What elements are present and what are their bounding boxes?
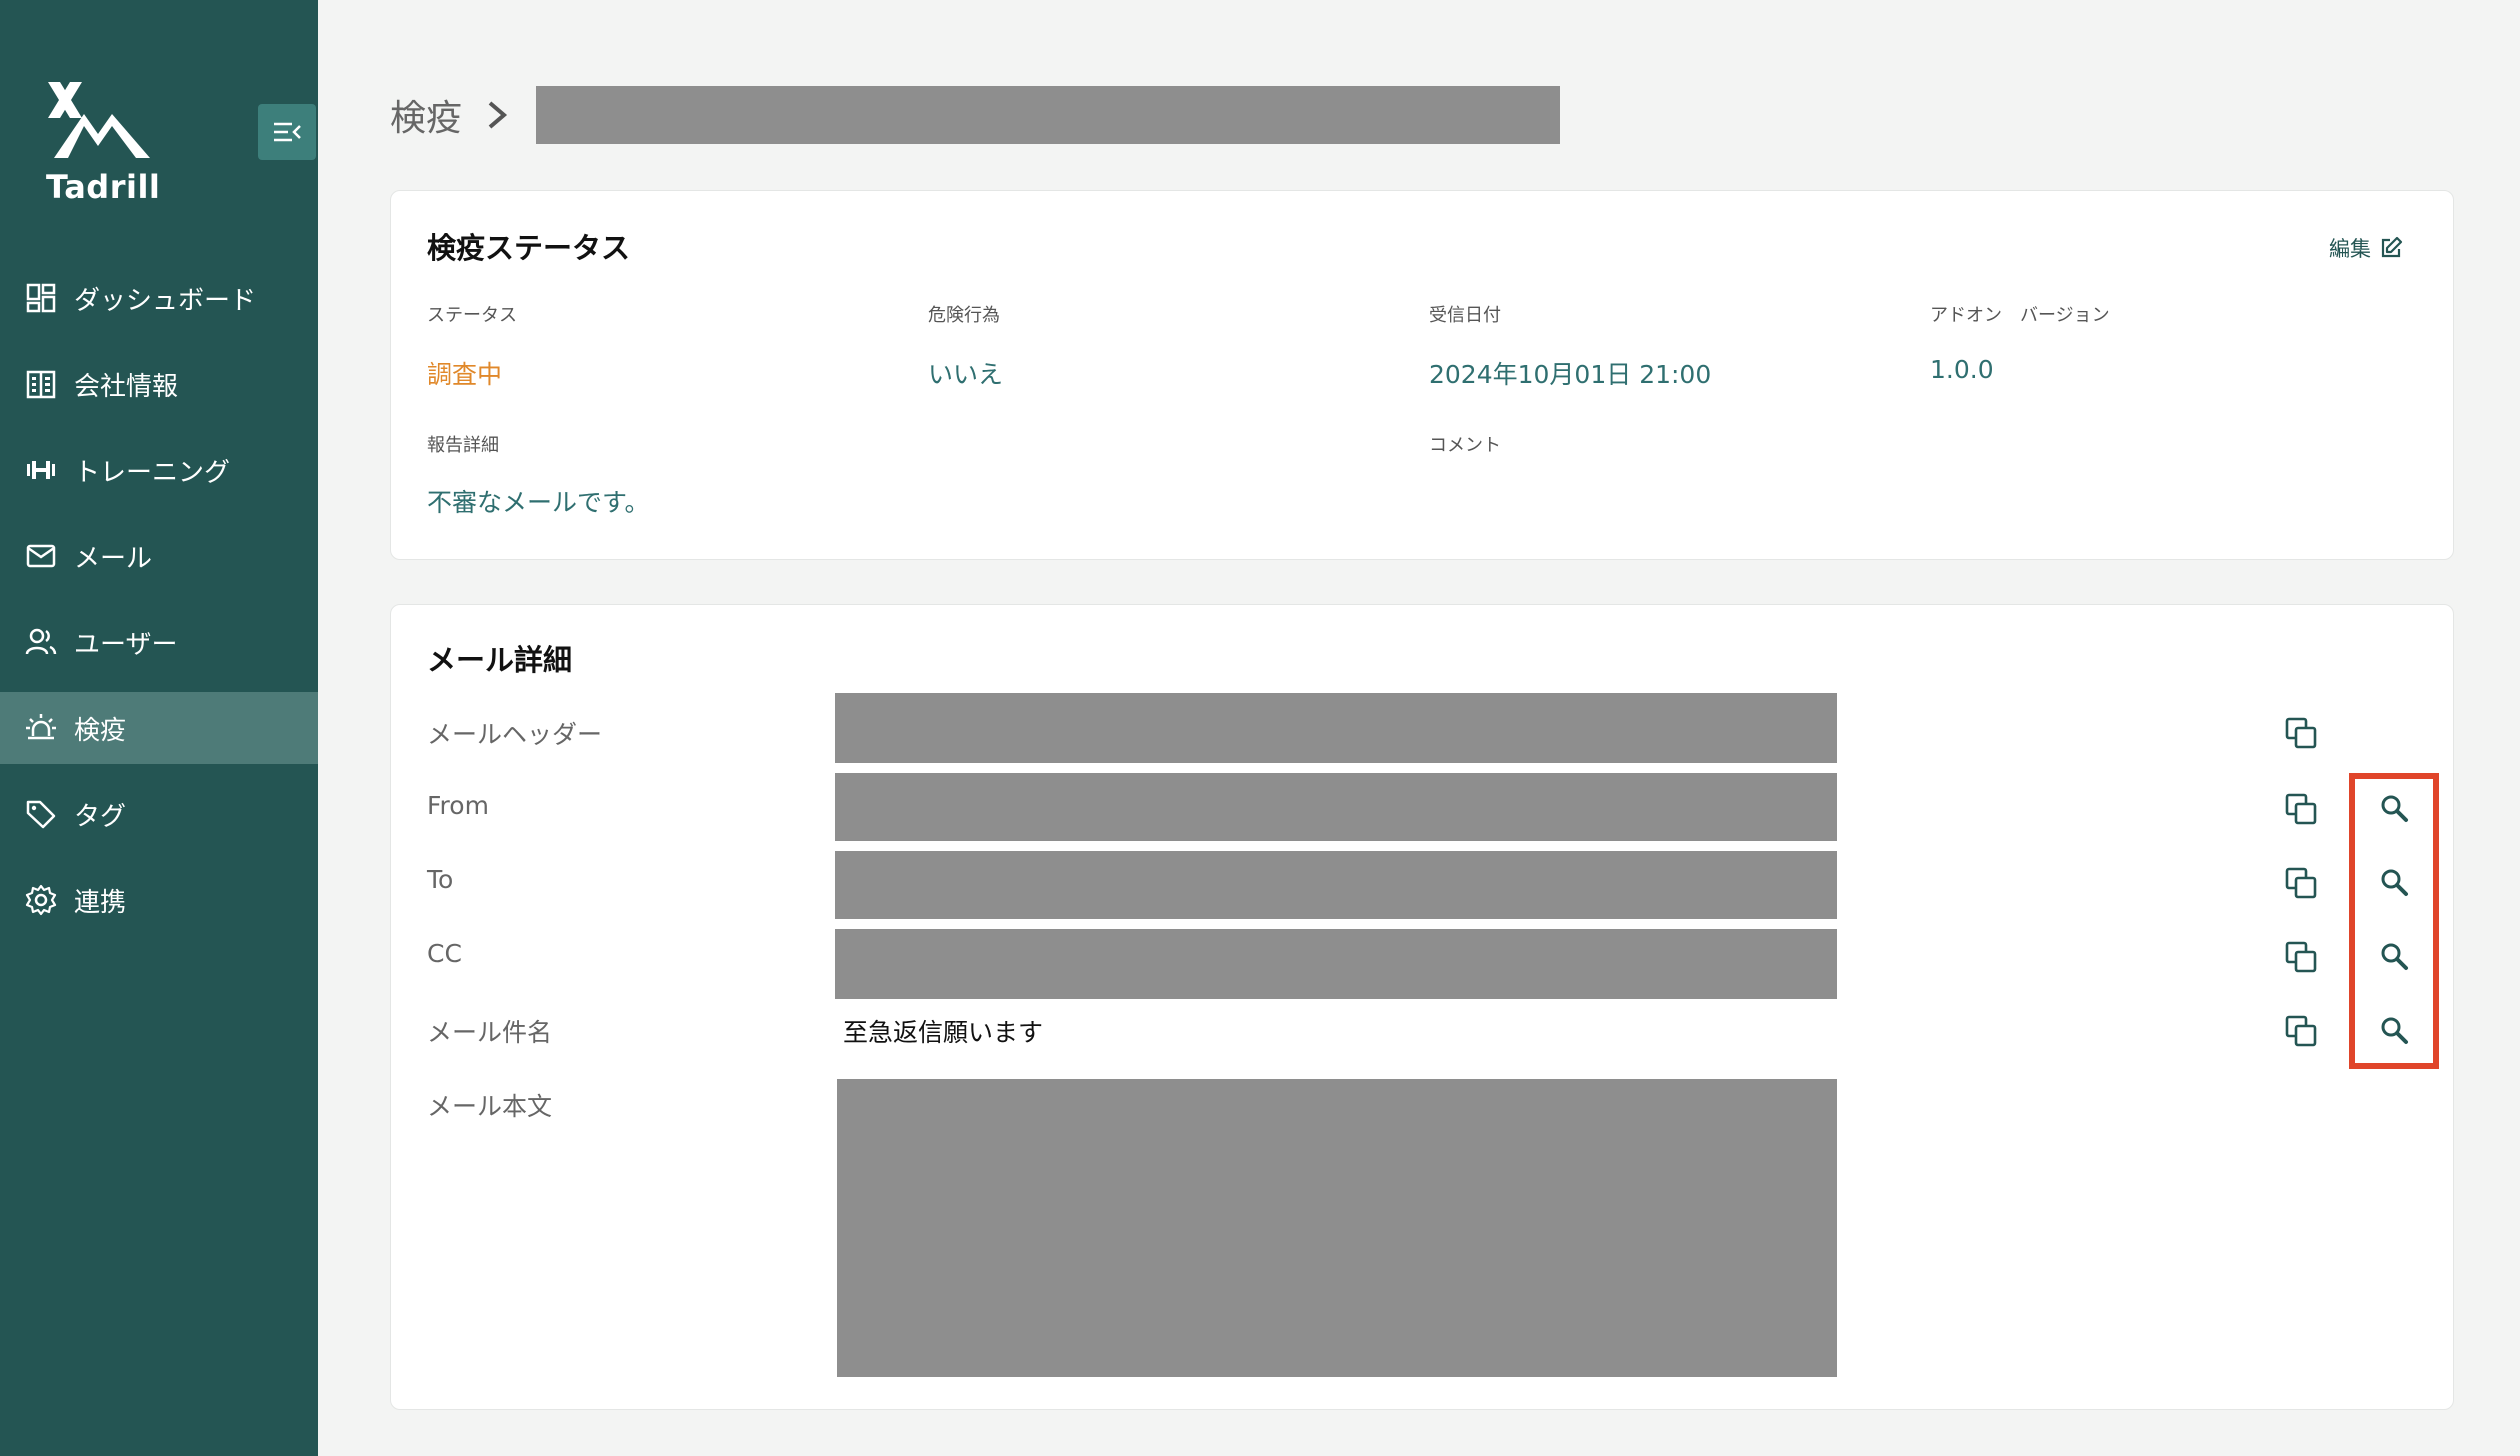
tadrill-logo[interactable]: Tadrill: [46, 78, 161, 208]
copy-from-button[interactable]: [2281, 789, 2321, 829]
from-label: From: [427, 791, 489, 820]
received-date-value: 2024年10月01日 21:00: [1429, 360, 1712, 389]
report-detail-label: 報告詳細: [427, 435, 499, 456]
sidebar-item-label: タグ: [74, 801, 127, 832]
sidebar-item-label: メール: [74, 543, 153, 574]
card-title: 検疫ステータス: [427, 231, 631, 265]
from-redacted: [835, 773, 1837, 841]
logo-mark-icon: [48, 82, 150, 158]
danger-value: いいえ: [928, 360, 1004, 389]
body-label: メール本文: [427, 1092, 553, 1121]
copy-icon: [2285, 793, 2317, 825]
mail-icon: [24, 539, 58, 573]
mail-header-redacted: [835, 693, 1837, 763]
sidebar-item-label: 連携: [74, 887, 127, 918]
sidebar-item-integration[interactable]: 連携: [0, 864, 318, 936]
report-detail-value: 不審なメールです。: [427, 488, 650, 517]
card-title: メール詳細: [427, 643, 573, 677]
copy-icon: [2285, 941, 2317, 973]
copy-cc-button[interactable]: [2281, 937, 2321, 977]
tag-icon: [24, 797, 58, 831]
comment-label: コメント: [1429, 435, 1501, 456]
to-redacted: [835, 851, 1837, 919]
quarantine-status-card: 検疫ステータス 編集 ステータス 調査中 危険行為 いいえ 受信日付 2024年…: [390, 190, 2454, 560]
cc-redacted: [835, 929, 1837, 999]
copy-header-button[interactable]: [2281, 713, 2321, 753]
dashboard-icon: [24, 281, 58, 315]
copy-icon: [2285, 1015, 2317, 1047]
users-icon: [24, 625, 58, 659]
alarm-light-icon: [24, 711, 58, 745]
sidebar-item-tags[interactable]: タグ: [0, 778, 318, 850]
sidebar-item-mail[interactable]: メール: [0, 520, 318, 592]
copy-subject-button[interactable]: [2281, 1011, 2321, 1051]
edit-button[interactable]: 編集: [2329, 233, 2403, 263]
sidebar-item-label: 会社情報: [74, 371, 179, 402]
addon-version-label: アドオン バージョン: [1930, 305, 2110, 326]
building-icon: [24, 367, 58, 401]
search-buttons-highlight: [2349, 773, 2439, 1069]
gear-icon: [24, 883, 58, 917]
mail-header-label: メールヘッダー: [427, 720, 603, 749]
sidebar-nav: ダッシュボード 会社情報 トレーニング メール ユーザー 検疫 タグ 連携: [0, 262, 318, 950]
subject-label: メール件名: [427, 1018, 553, 1047]
body-redacted: [837, 1079, 1837, 1377]
sidebar-item-label: 検疫: [74, 715, 127, 746]
cc-label: CC: [427, 939, 462, 968]
menu-collapse-icon: [274, 122, 301, 142]
subject-value: 至急返信願います: [843, 1018, 1044, 1047]
sidebar-item-training[interactable]: トレーニング: [0, 434, 318, 506]
breadcrumb: 検疫: [390, 86, 1561, 144]
chevron-right-icon: [488, 101, 508, 129]
copy-icon: [2285, 867, 2317, 899]
sidebar-item-users[interactable]: ユーザー: [0, 606, 318, 678]
edit-label: 編集: [2329, 237, 2371, 261]
status-label: ステータス: [427, 305, 517, 326]
edit-icon: [2381, 236, 2403, 258]
copy-to-button[interactable]: [2281, 863, 2321, 903]
logo-text: Tadrill: [46, 168, 161, 206]
sidebar-item-label: ユーザー: [74, 629, 178, 660]
sidebar-item-company[interactable]: 会社情報: [0, 348, 318, 420]
breadcrumb-current-redacted: [536, 86, 1561, 144]
danger-label: 危険行為: [928, 305, 1000, 326]
sidebar-item-quarantine[interactable]: 検疫: [0, 692, 318, 764]
copy-icon: [2285, 717, 2317, 749]
dumbbell-icon: [24, 453, 58, 487]
sidebar-item-label: トレーニング: [74, 457, 231, 488]
status-value: 調査中: [427, 360, 503, 389]
mail-details-card: メール詳細 メールヘッダー From To CC メール件名 至急返信願います …: [390, 604, 2454, 1410]
received-date-label: 受信日付: [1429, 305, 1501, 326]
to-label: To: [427, 865, 454, 894]
addon-version-value: 1.0.0: [1930, 355, 1994, 384]
sidebar-collapse-button[interactable]: [258, 104, 316, 160]
breadcrumb-root-link[interactable]: 検疫: [390, 89, 462, 141]
sidebar-item-label: ダッシュボード: [74, 285, 257, 316]
sidebar-item-dashboard[interactable]: ダッシュボード: [0, 262, 318, 334]
sidebar: Tadrill ダッシュボード 会社情報 トレーニング メール ユーザー 検疫 …: [0, 0, 318, 1456]
